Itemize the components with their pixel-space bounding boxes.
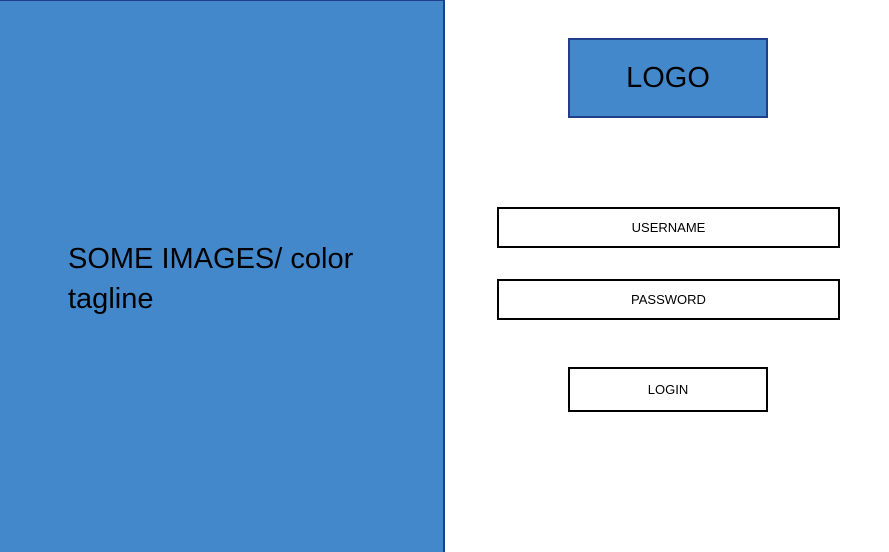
login-button[interactable]: LOGIN (568, 367, 768, 412)
hero-panel: SOME IMAGES/ color tagline (0, 0, 445, 552)
login-page: SOME IMAGES/ color tagline LOGO USERNAME… (0, 0, 889, 552)
logo: LOGO (568, 38, 768, 118)
hero-tagline: SOME IMAGES/ color tagline (68, 243, 354, 315)
username-field[interactable]: USERNAME (497, 207, 840, 248)
password-field[interactable]: PASSWORD (497, 279, 840, 320)
login-button-label: LOGIN (647, 382, 689, 397)
password-label: PASSWORD (631, 292, 706, 307)
username-label: USERNAME (631, 220, 706, 235)
logo-label: LOGO (626, 61, 710, 94)
